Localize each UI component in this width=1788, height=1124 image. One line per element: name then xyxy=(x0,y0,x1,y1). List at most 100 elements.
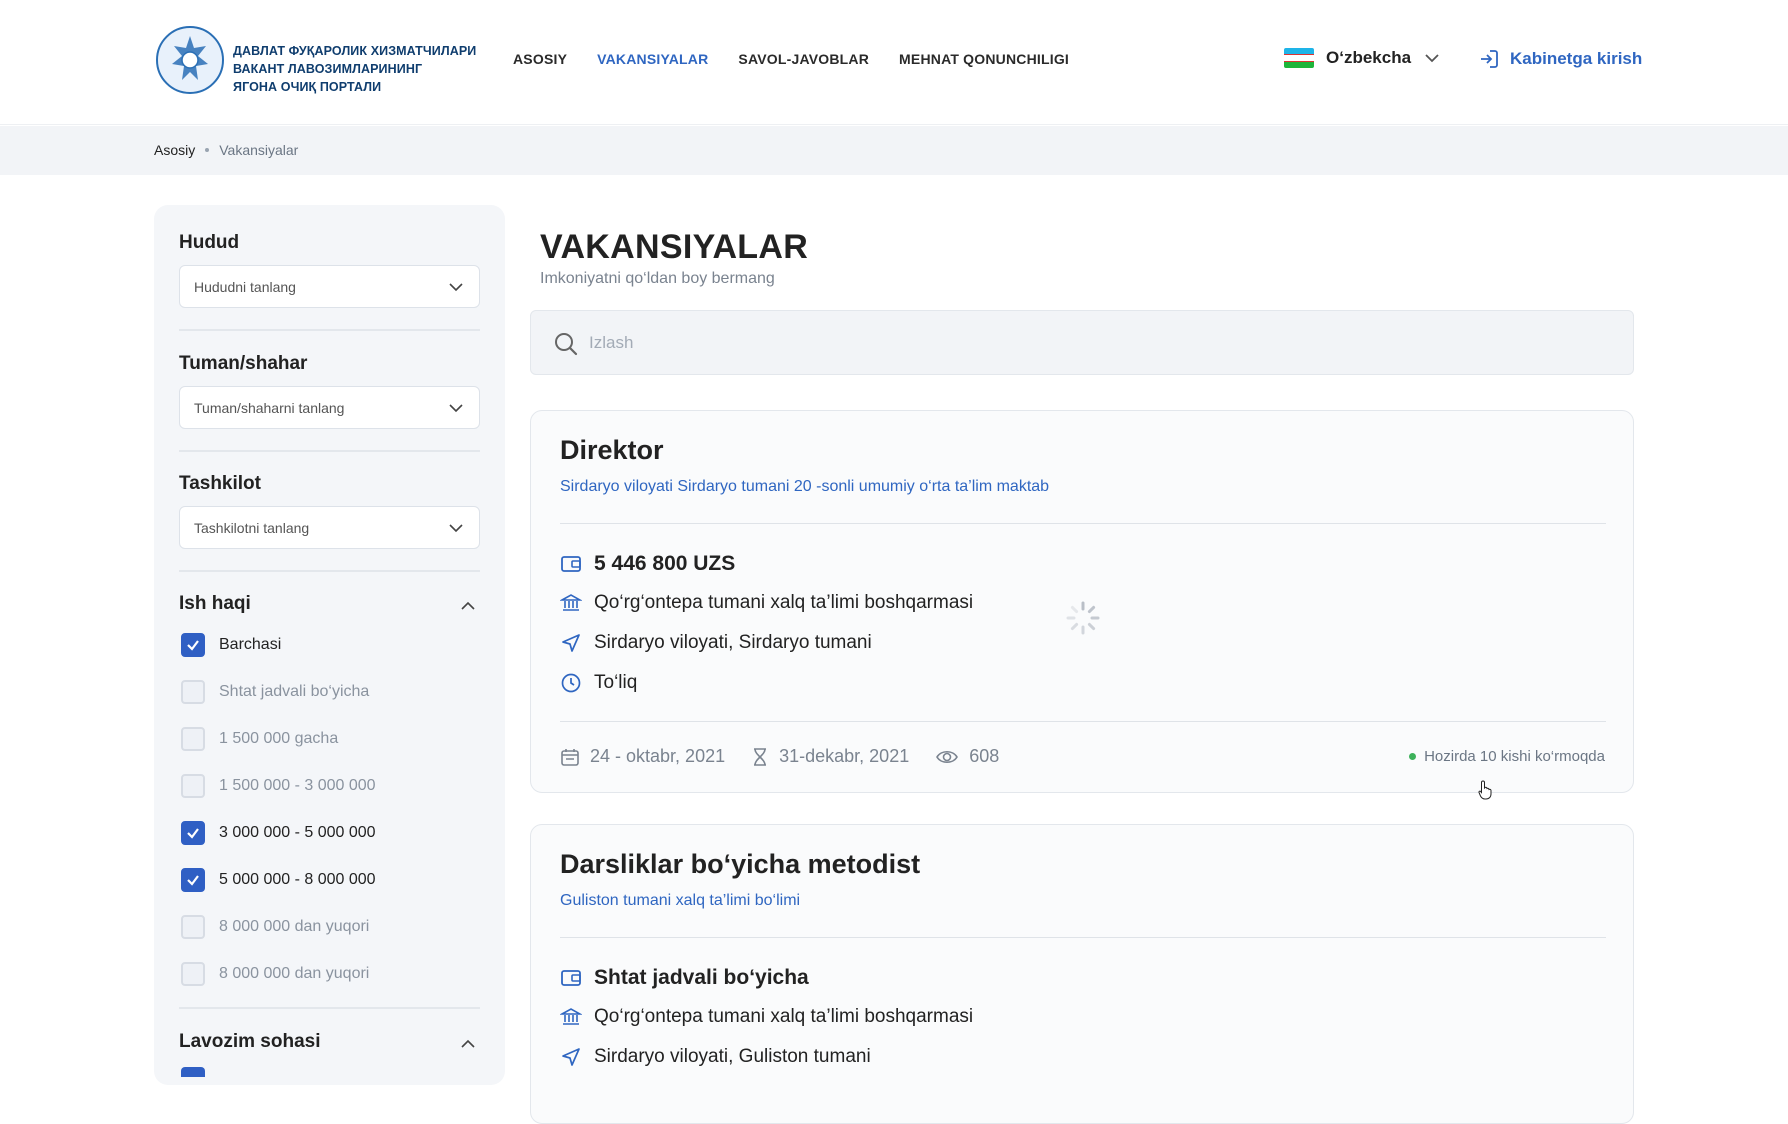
chevron-up-icon[interactable] xyxy=(459,1035,477,1053)
department-row: Qo‘rg‘ontepa tumani xalq ta’limi boshqar… xyxy=(560,1006,973,1028)
divider xyxy=(179,570,480,572)
salary-value: 5 446 800 UZS xyxy=(594,552,736,575)
nav-asosiy[interactable]: ASOSIY xyxy=(513,51,567,67)
state-emblem-logo[interactable] xyxy=(154,24,226,96)
department-value: Qo‘rg‘ontepa tumani xalq ta’limi boshqar… xyxy=(594,1006,974,1027)
salary-option[interactable]: 3 000 000 - 5 000 000 xyxy=(181,821,376,845)
department-value: Qo‘rg‘ontepa tumani xalq ta’limi boshqar… xyxy=(594,592,974,613)
chevron-down-icon xyxy=(449,283,463,292)
language-label: O‘zbekcha xyxy=(1326,48,1412,67)
portal-name-line-1: ДАВЛАТ ФУҚАРОЛИК ХИЗМАТЧИЛАРИ xyxy=(233,44,477,58)
search-bar xyxy=(530,310,1634,375)
salary-option[interactable]: 5 000 000 - 8 000 000 xyxy=(181,868,376,892)
breadcrumb: Asosiy Vakansiyalar xyxy=(0,126,1788,175)
salary-option-label: 1 500 000 gacha xyxy=(219,730,339,747)
location-row: Sirdaryo viloyati, Sirdaryo tumani xyxy=(560,632,872,654)
nav-vakansiyalar[interactable]: VAKANSIYALAR xyxy=(597,51,708,67)
chevron-up-icon[interactable] xyxy=(459,597,477,615)
checkbox[interactable] xyxy=(181,727,205,751)
checkmark-icon xyxy=(187,640,199,651)
site-header: ДАВЛАТ ФУҚАРОЛИК ХИЗМАТЧИЛАРИ ВАКАНТ ЛАВ… xyxy=(0,0,1788,125)
salary-row: Shtat jadvali bo‘yicha xyxy=(560,966,809,990)
uzbekistan-flag-icon xyxy=(1284,48,1314,68)
breadcrumb-home[interactable]: Asosiy xyxy=(154,142,195,158)
salary-option[interactable]: Barchasi xyxy=(181,633,281,657)
portal-name[interactable]: ДАВЛАТ ФУҚАРОЛИК ХИЗМАТЧИЛАРИ ВАКАНТ ЛАВ… xyxy=(233,42,476,96)
salary-value: Shtat jadvali bo‘yicha xyxy=(594,966,809,989)
page-title: VAKANSIYALAR xyxy=(540,228,809,266)
vacancy-organization[interactable]: Guliston tumani xalq ta’limi bo‘limi xyxy=(560,892,800,910)
vacancy-title[interactable]: Direktor xyxy=(560,435,664,466)
checkbox-checked[interactable] xyxy=(181,821,205,845)
salary-option[interactable]: 1 500 000 - 3 000 000 xyxy=(181,774,376,798)
search-icon xyxy=(555,333,578,356)
department-row: Qo‘rg‘ontepa tumani xalq ta’limi boshqar… xyxy=(560,592,973,614)
checkbox-checked[interactable] xyxy=(181,868,205,892)
employment-value: To‘liq xyxy=(594,672,638,693)
clock-icon xyxy=(561,673,581,693)
salary-option[interactable]: 8 000 000 dan yuqori xyxy=(181,915,369,939)
vacancy-meta: 24 - oktabr, 2021 31-dekabr, 2021 608 xyxy=(560,746,1025,767)
login-button[interactable]: Kabinetga kirish xyxy=(1478,48,1642,70)
deadline-date: 31-dekabr, 2021 xyxy=(751,746,909,767)
nav-savol-javoblar[interactable]: SAVOL-JAVOBLAR xyxy=(738,51,869,67)
loading-spinner-icon xyxy=(1066,601,1100,635)
main-nav: ASOSIY VAKANSIYALAR SAVOL-JAVOBLAR MEHNA… xyxy=(513,51,1099,67)
eye-icon xyxy=(936,750,959,763)
deadline-date-value: 31-dekabr, 2021 xyxy=(779,746,910,766)
location-value: Sirdaryo viloyati, Guliston tumani xyxy=(594,1046,871,1067)
divider xyxy=(179,450,480,452)
hand-cursor-icon xyxy=(1478,780,1492,800)
organization-select-placeholder: Tashkilotni tanlang xyxy=(194,520,310,536)
checkbox[interactable] xyxy=(181,915,205,939)
vacancy-title[interactable]: Darsliklar bo‘yicha metodist xyxy=(560,849,920,880)
district-select[interactable]: Tuman/shaharni tanlang xyxy=(179,386,480,429)
vacancy-card[interactable]: Direktor Sirdaryo viloyati Sirdaryo tuma… xyxy=(530,410,1634,793)
chevron-down-icon xyxy=(1425,54,1439,63)
breadcrumb-separator xyxy=(205,148,210,152)
salary-option[interactable]: 8 000 000 dan yuqori xyxy=(181,962,369,986)
divider xyxy=(179,329,480,331)
region-select[interactable]: Hududni tanlang xyxy=(179,265,480,308)
salary-filter-title: Ish haqi xyxy=(179,593,251,614)
search-input[interactable] xyxy=(589,329,1589,357)
divider xyxy=(560,937,1606,938)
checkbox[interactable] xyxy=(181,962,205,986)
language-selector[interactable]: O‘zbekcha xyxy=(1284,48,1441,68)
organization-filter-title: Tashkilot xyxy=(179,473,261,494)
location-row: Sirdaryo viloyati, Guliston tumani xyxy=(560,1046,871,1068)
region-select-placeholder: Hududni tanlang xyxy=(194,279,296,295)
filter-sidebar: Hudud Hududni tanlang Tuman/shahar Tuman… xyxy=(154,205,505,1085)
published-date: 24 - oktabr, 2021 xyxy=(560,746,725,767)
salary-option-label: Barchasi xyxy=(219,636,282,653)
chevron-down-icon xyxy=(449,404,463,413)
portal-name-line-3: ЯГОНА ОЧИҚ ПОРТАЛИ xyxy=(233,80,382,94)
checkmark-icon xyxy=(187,828,199,839)
position-area-filter-title: Lavozim sohasi xyxy=(179,1031,321,1052)
vacancy-card[interactable]: Darsliklar bo‘yicha metodist Guliston tu… xyxy=(530,824,1634,1124)
published-date-value: 24 - oktabr, 2021 xyxy=(590,746,726,766)
salary-option-label: Shtat jadvali bo‘yicha xyxy=(219,683,370,700)
checkbox[interactable] xyxy=(181,1067,205,1077)
checkbox-checked[interactable] xyxy=(181,633,205,657)
salary-option-label: 5 000 000 - 8 000 000 xyxy=(219,871,376,888)
salary-option[interactable]: Shtat jadvali bo‘yicha xyxy=(181,680,369,704)
nav-mehnat-qonunchiligi[interactable]: MEHNAT QONUNCHILIGI xyxy=(899,51,1069,67)
navigation-arrow-icon xyxy=(562,634,580,652)
page-subtitle: Imkoniyatni qo‘ldan boy bermang xyxy=(540,270,775,287)
organization-select[interactable]: Tashkilotni tanlang xyxy=(179,506,480,549)
salary-option-label: 3 000 000 - 5 000 000 xyxy=(219,824,376,841)
vacancy-organization[interactable]: Sirdaryo viloyati Sirdaryo tumani 20 -so… xyxy=(560,478,1049,496)
checkbox[interactable] xyxy=(181,774,205,798)
salary-option[interactable]: 1 500 000 gacha xyxy=(181,727,338,751)
district-filter-title: Tuman/shahar xyxy=(179,353,308,374)
employment-row: To‘liq xyxy=(560,672,637,694)
viewing-now-label: Hozirda 10 kishi ko‘rmoqda xyxy=(1424,748,1605,765)
district-select-placeholder: Tuman/shaharni tanlang xyxy=(194,400,345,416)
checkbox[interactable] xyxy=(181,680,205,704)
region-filter-title: Hudud xyxy=(179,232,240,253)
calendar-icon xyxy=(561,748,579,766)
bank-icon xyxy=(560,594,582,611)
portal-name-line-2: ВАКАНТ ЛАВОЗИМЛАРИНИНГ xyxy=(233,62,423,76)
navigation-arrow-icon xyxy=(562,1048,580,1066)
